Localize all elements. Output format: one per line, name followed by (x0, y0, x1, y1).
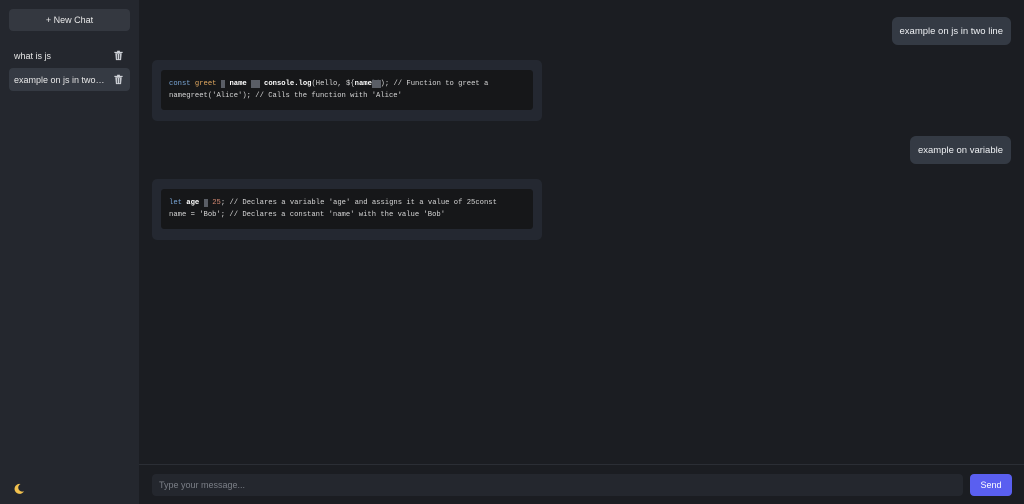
code-line: let age = 25; // Declares a variable 'ag… (169, 199, 497, 207)
trash-icon[interactable] (113, 50, 124, 61)
chat-history-item[interactable]: what is js (9, 44, 130, 67)
user-message: example on js in two line (891, 17, 1011, 45)
message-input[interactable] (152, 474, 963, 496)
moon-icon[interactable] (13, 483, 25, 495)
composer-bar: Send (139, 464, 1024, 504)
sidebar: + New Chat what is js example on js in t… (0, 0, 139, 504)
code-line: namegreet('Alice'); // Calls the functio… (169, 91, 402, 100)
user-message-text: example on js in two line (899, 25, 1004, 37)
code-line: const greet = name => console.log(Hello,… (169, 80, 489, 88)
new-chat-button[interactable]: + New Chat (9, 9, 130, 31)
chat-app: + New Chat what is js example on js in t… (0, 0, 1024, 504)
assistant-message: const greet = name => console.log(Hello,… (152, 60, 542, 121)
user-message-text: example on variable (917, 144, 1003, 156)
trash-icon[interactable] (113, 74, 124, 85)
user-message: example on variable (909, 136, 1011, 164)
chat-history-item-label: what is js (14, 50, 52, 61)
code-line: name = 'Bob'; // Declares a constant 'na… (169, 210, 446, 219)
code-block: let age = 25; // Declares a variable 'ag… (161, 189, 533, 229)
assistant-message: let age = 25; // Declares a variable 'ag… (152, 179, 542, 240)
send-button[interactable]: Send (970, 474, 1012, 496)
chat-history-list: what is js example on js in two line (9, 44, 130, 91)
code-block: const greet = name => console.log(Hello,… (161, 70, 533, 110)
chat-history-item-label: example on js in two line (14, 74, 106, 85)
chat-main: example on js in two line const greet = … (139, 0, 1024, 504)
chat-history-item-active[interactable]: example on js in two line (9, 68, 130, 91)
